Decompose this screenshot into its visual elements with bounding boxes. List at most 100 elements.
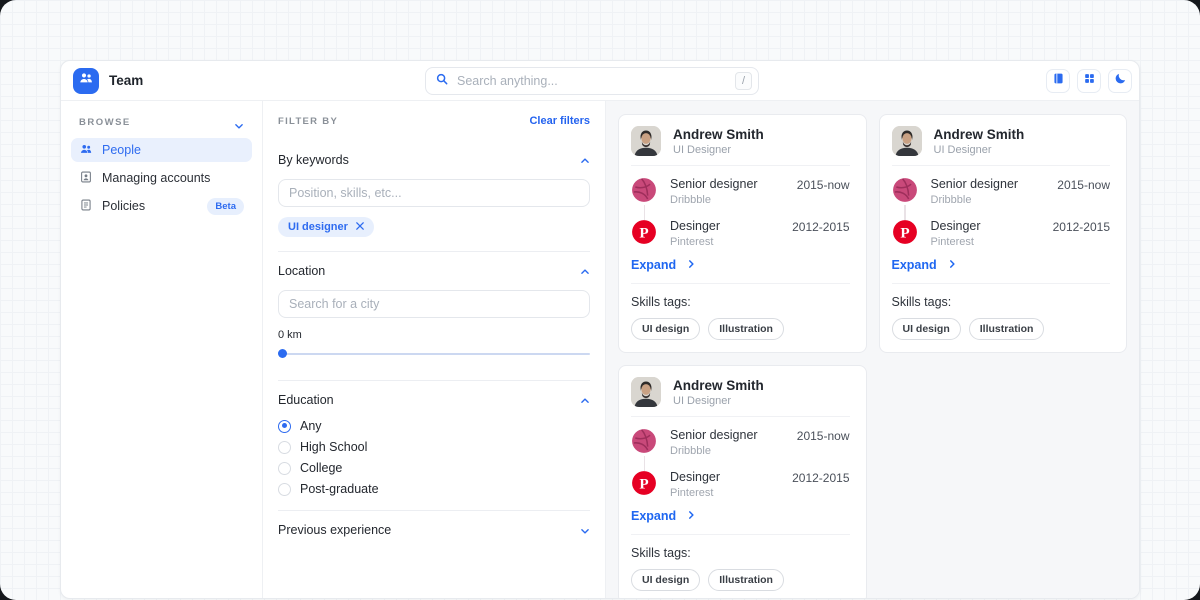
skill-tag[interactable]: UI design (631, 318, 700, 340)
person-card[interactable]: Andrew Smith UI Designer Senior designer… (879, 114, 1128, 353)
chevron-right-icon (947, 258, 957, 272)
dribbble-icon (631, 428, 657, 454)
experience-title: Senior designer (670, 428, 758, 442)
skill-tag[interactable]: UI design (892, 318, 961, 340)
skill-tag[interactable]: Illustration (969, 318, 1045, 340)
distance-slider[interactable] (278, 349, 590, 358)
filter-by-label: FILTER BY (278, 116, 338, 127)
chevron-down-icon (580, 525, 590, 535)
svg-text:P: P (900, 224, 909, 241)
experience-row: Senior designer Dribbble 2015-now (631, 177, 850, 206)
experience-company: Pinterest (670, 236, 720, 248)
experience-row: P Desinger Pinterest 2012-2015 (631, 219, 850, 248)
app-title: Team (109, 73, 143, 88)
avatar (631, 126, 661, 156)
experience-company: Pinterest (931, 236, 981, 248)
people-icon (79, 142, 93, 159)
header-actions (1046, 69, 1132, 93)
keywords-section-header[interactable]: By keywords (278, 153, 590, 167)
card-divider (631, 534, 850, 535)
radio[interactable] (278, 483, 291, 496)
location-label: Location (278, 264, 325, 278)
moon-icon (1114, 72, 1127, 90)
sidebar-item-managing-accounts[interactable]: Managing accounts (71, 166, 252, 190)
window-body: BROWSE People Managing accounts Policies… (61, 101, 1139, 598)
experience-period: 2015-now (797, 177, 850, 192)
dribbble-icon (631, 177, 657, 203)
book-button[interactable] (1046, 69, 1070, 93)
app-logo (73, 68, 99, 94)
clear-filters-link[interactable]: Clear filters (529, 115, 590, 127)
card-divider (631, 283, 850, 284)
browse-section-header[interactable]: BROWSE (71, 115, 252, 138)
document-icon (79, 198, 93, 215)
experience-title: Desinger (931, 219, 981, 233)
avatar (631, 377, 661, 407)
previous-experience-section-header[interactable]: Previous experience (278, 523, 590, 537)
dark-mode-button[interactable] (1108, 69, 1132, 93)
chevron-up-icon (580, 155, 590, 165)
person-card[interactable]: Andrew Smith UI Designer Senior designer… (618, 365, 867, 598)
experience-company: Dribbble (670, 445, 758, 457)
search-input[interactable] (449, 74, 735, 88)
apps-grid-button[interactable] (1077, 69, 1101, 93)
experience-period: 2012-2015 (1053, 219, 1110, 234)
people-icon (78, 70, 94, 91)
desktop-background: Team / (0, 0, 1200, 600)
avatar (892, 126, 922, 156)
education-option-post-graduate[interactable]: Post-graduate (278, 482, 590, 496)
close-icon[interactable] (356, 221, 364, 233)
previous-experience-label: Previous experience (278, 523, 391, 537)
section-divider (278, 380, 590, 381)
chevron-up-icon (580, 395, 590, 405)
filter-panel: FILTER BY Clear filters By keywords UI d… (263, 101, 606, 598)
keyword-tag[interactable]: UI designer (278, 217, 374, 237)
radio[interactable] (278, 441, 291, 454)
card-divider (892, 165, 1111, 166)
education-option-high-school[interactable]: High School (278, 440, 590, 454)
sidebar-item-policies[interactable]: Policies Beta (71, 194, 252, 218)
experience-title: Desinger (670, 470, 720, 484)
keywords-input[interactable] (278, 179, 590, 207)
svg-text:P: P (639, 475, 648, 492)
sidebar: BROWSE People Managing accounts Policies… (61, 101, 263, 598)
person-role: UI Designer (934, 144, 1025, 156)
person-name: Andrew Smith (673, 127, 764, 142)
city-search-input[interactable] (278, 290, 590, 318)
experience-company: Dribbble (931, 194, 1019, 206)
timeline-connector (904, 205, 906, 220)
sidebar-item-people[interactable]: People (71, 138, 252, 162)
experience-title: Desinger (670, 219, 720, 233)
education-label: Education (278, 393, 334, 407)
chevron-up-icon (580, 266, 590, 276)
education-option-college[interactable]: College (278, 461, 590, 475)
experience-title: Senior designer (670, 177, 758, 191)
experience-row: Senior designer Dribbble 2015-now (892, 177, 1111, 206)
skill-tag[interactable]: Illustration (708, 318, 784, 340)
expand-link[interactable]: Expand (631, 509, 696, 523)
keywords-label: By keywords (278, 153, 349, 167)
radio[interactable] (278, 462, 291, 475)
person-card[interactable]: Andrew Smith UI Designer Senior designer… (618, 114, 867, 353)
experience-row: Senior designer Dribbble 2015-now (631, 428, 850, 457)
global-search[interactable]: / (425, 67, 759, 95)
chevron-right-icon (686, 509, 696, 523)
expand-link[interactable]: Expand (892, 258, 957, 272)
section-divider (278, 510, 590, 511)
keyword-tag-label: UI designer (288, 221, 348, 233)
location-section-header[interactable]: Location (278, 264, 590, 278)
sidebar-item-label: Policies (102, 199, 145, 213)
expand-link[interactable]: Expand (631, 258, 696, 272)
radio-selected[interactable] (278, 420, 291, 433)
experience-period: 2015-now (797, 428, 850, 443)
education-section-header[interactable]: Education (278, 393, 590, 407)
education-option-any[interactable]: Any (278, 419, 590, 433)
slider-thumb[interactable] (278, 349, 287, 358)
app-header: Team / (61, 61, 1139, 101)
card-divider (892, 283, 1111, 284)
skill-tag[interactable]: UI design (631, 569, 700, 591)
browse-label: BROWSE (79, 117, 131, 128)
skill-tag[interactable]: Illustration (708, 569, 784, 591)
person-role: UI Designer (673, 144, 764, 156)
pinterest-icon: P (631, 219, 657, 245)
